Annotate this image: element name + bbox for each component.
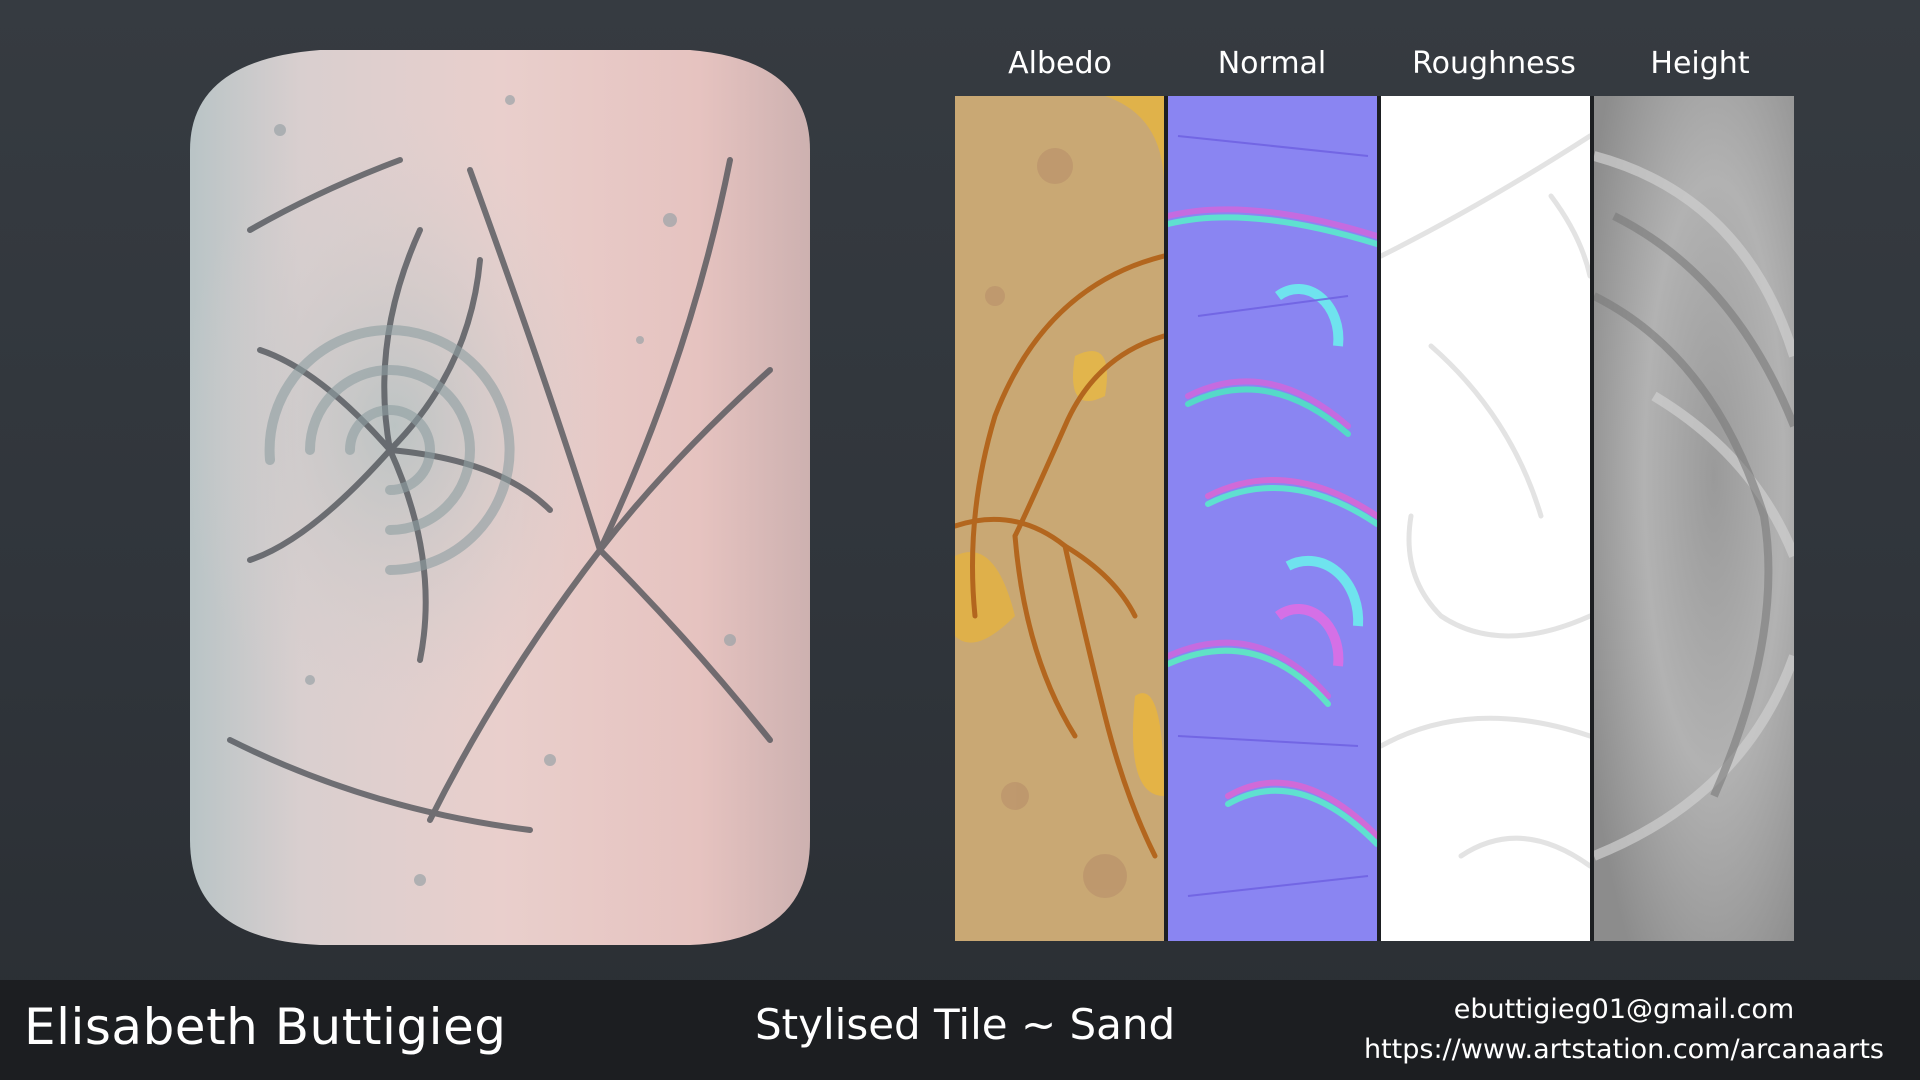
- author-name: Elisabeth Buttigieg: [24, 998, 507, 1056]
- portfolio-link[interactable]: https://www.artstation.com/arcanaarts: [1364, 1028, 1884, 1072]
- material-preview-cylinder: [170, 40, 830, 960]
- map-label-roughness: Roughness: [1412, 46, 1576, 81]
- footer-bar: Elisabeth Buttigieg Stylised Tile ~ Sand…: [0, 980, 1920, 1080]
- contact-email[interactable]: ebuttigieg01@gmail.com: [1364, 992, 1884, 1028]
- height-map: [1594, 96, 1794, 941]
- contact-info: ebuttigieg01@gmail.com https://www.artst…: [1364, 992, 1884, 1072]
- albedo-map: [955, 96, 1164, 941]
- map-label-albedo: Albedo: [1008, 46, 1112, 81]
- roughness-map: [1381, 96, 1590, 941]
- normal-map: [1168, 96, 1377, 941]
- map-label-normal: Normal: [1217, 46, 1327, 81]
- presentation-canvas: Albedo Normal Roughness Height Elisabeth…: [0, 0, 1920, 1080]
- artwork-title: Stylised Tile ~ Sand: [755, 1000, 1176, 1049]
- texture-maps: Albedo Normal Roughness Height: [955, 40, 1805, 945]
- map-label-height: Height: [1650, 46, 1750, 81]
